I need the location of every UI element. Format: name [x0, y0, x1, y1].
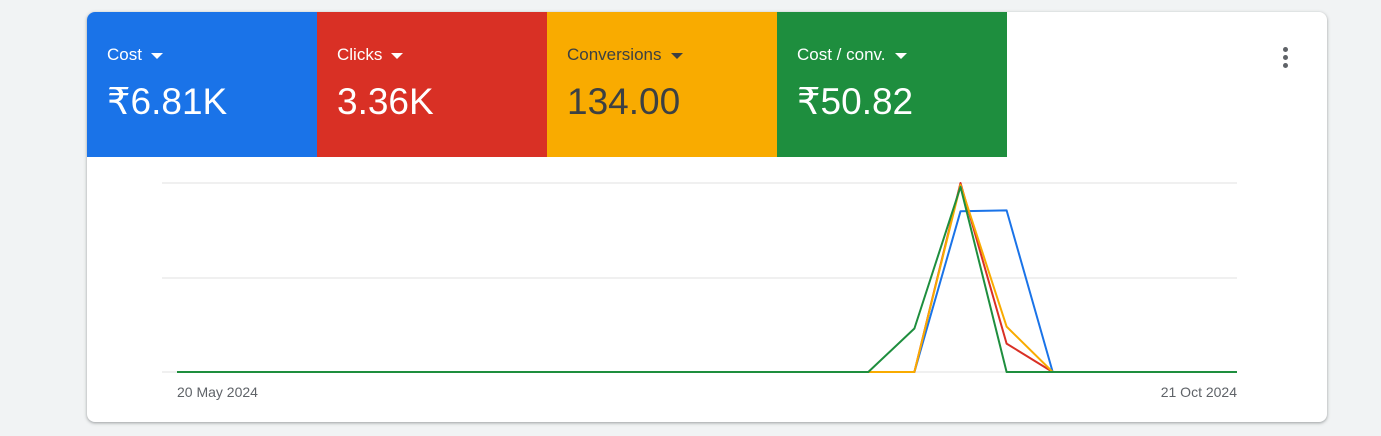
series-line-0 [177, 209, 1237, 373]
x-axis-start-label: 20 May 2024 [177, 384, 258, 400]
x-axis-end-label: 21 Oct 2024 [1160, 384, 1237, 400]
series-line-3 [177, 185, 1237, 373]
line-chart [162, 182, 1237, 373]
performance-card: Cost ₹6.81K Clicks 3.36K Conversions 134… [87, 12, 1327, 422]
